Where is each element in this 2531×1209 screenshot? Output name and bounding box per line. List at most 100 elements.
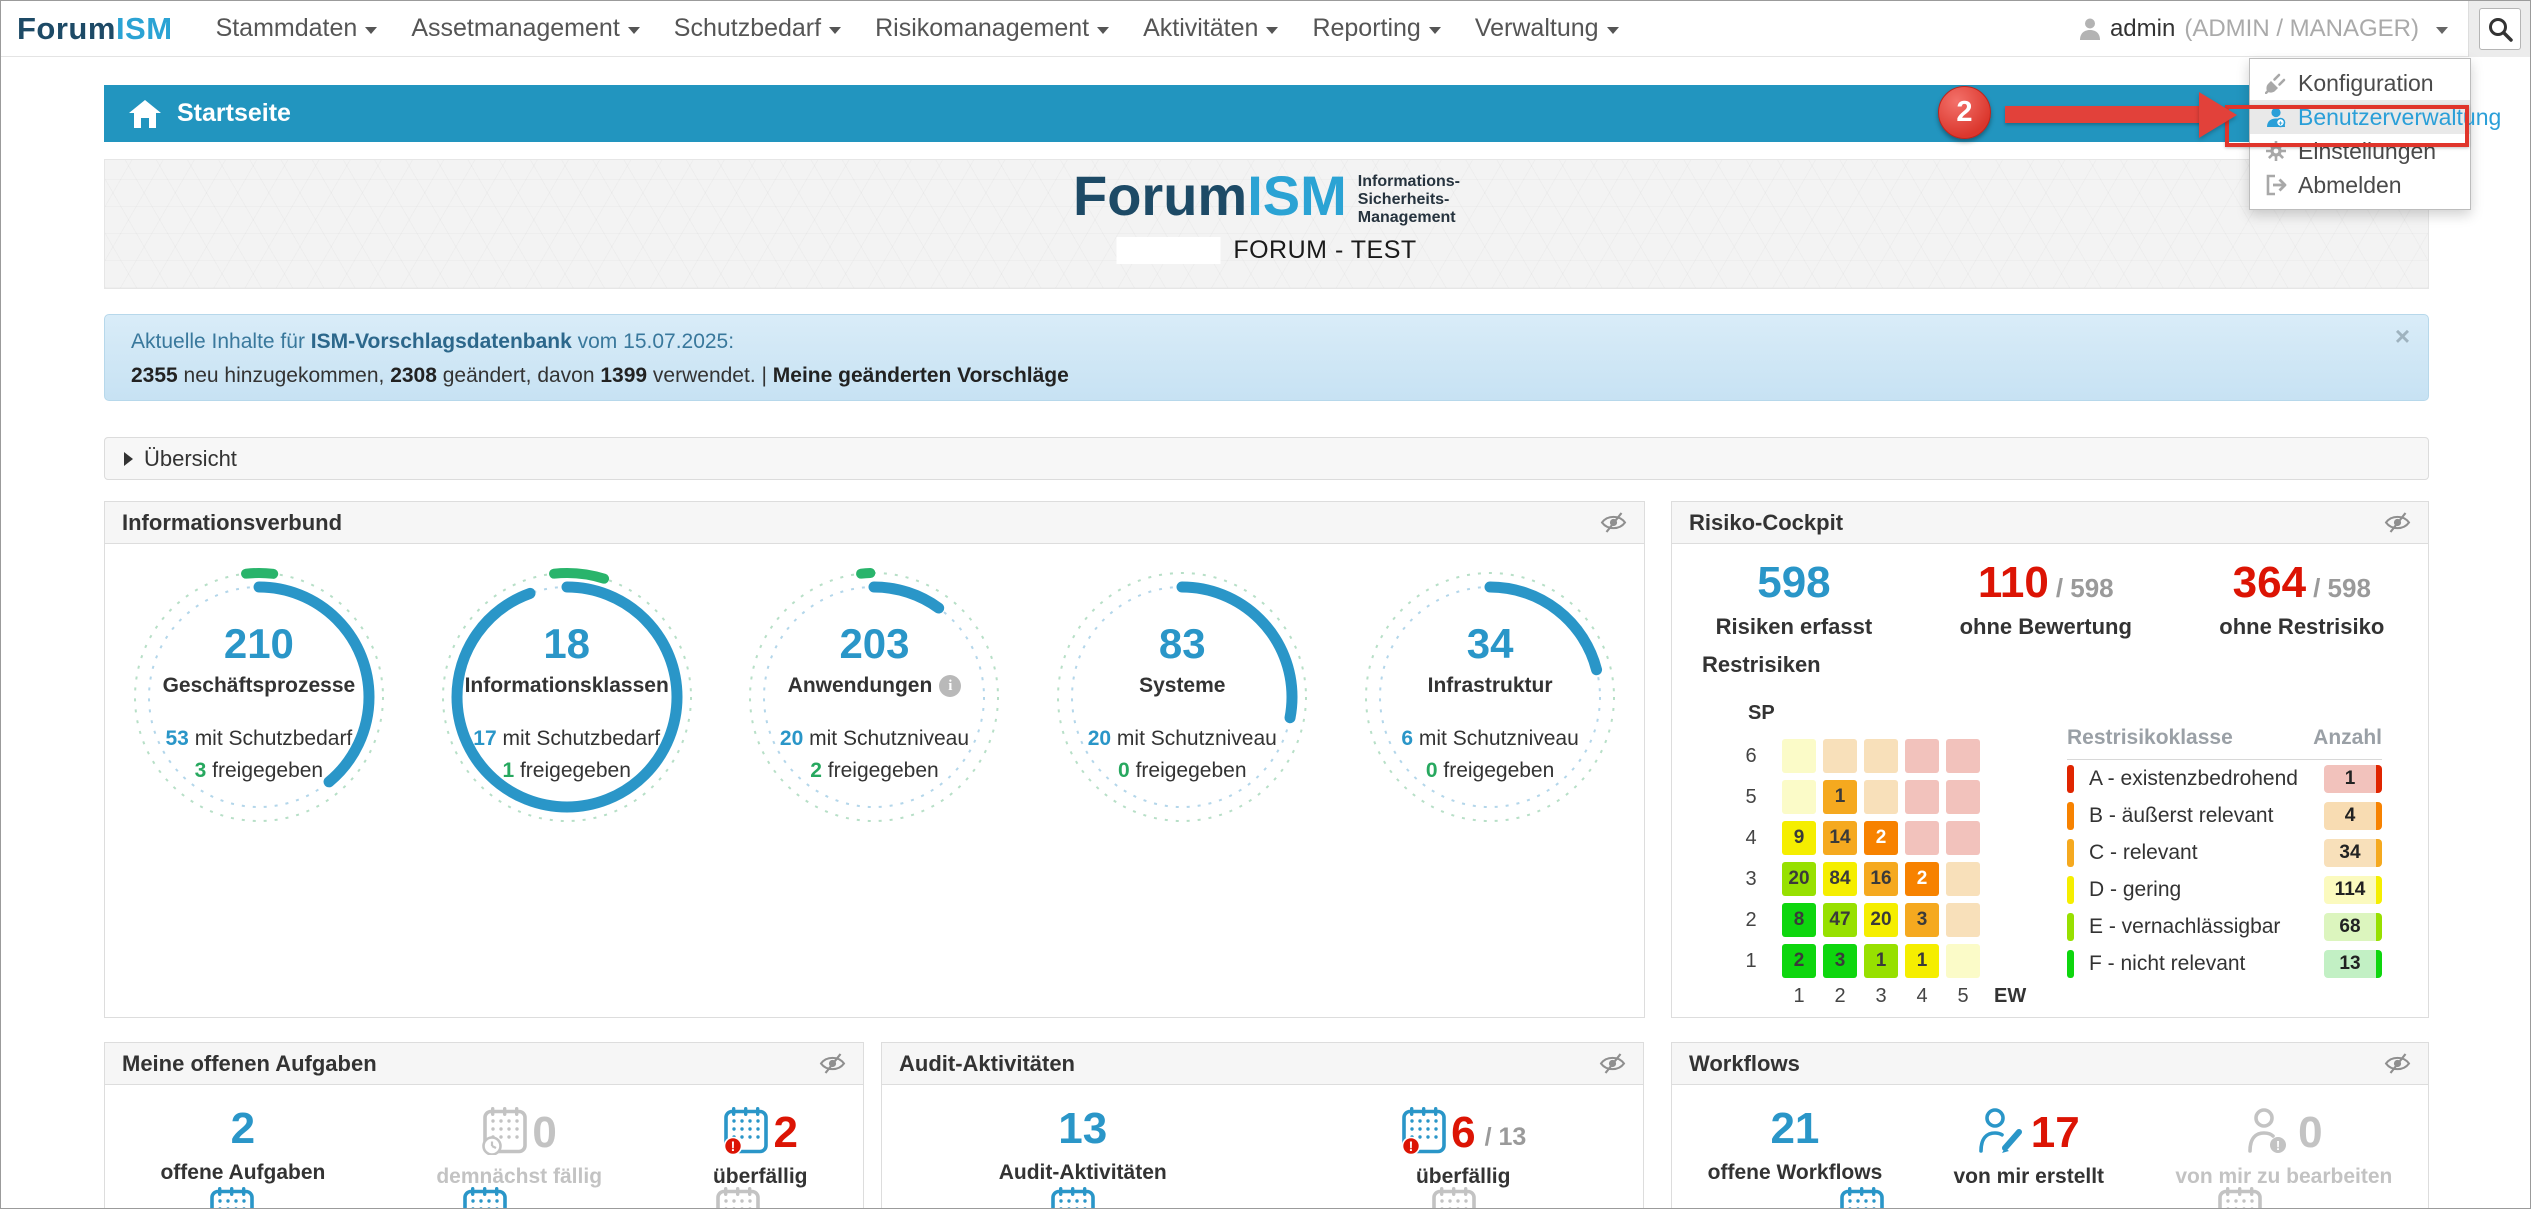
heatmap-cell (1946, 739, 1980, 773)
menu-item-konfiguration[interactable]: Konfiguration (2250, 66, 2470, 100)
nav-item-stammdaten[interactable]: Stammdaten (199, 1, 395, 56)
home-icon[interactable] (128, 98, 162, 130)
circle-stat-systeme[interactable]: 83Systeme20 mit Schutzniveau0 freigegebe… (1051, 566, 1313, 996)
uebersicht-toggle[interactable]: Übersicht (104, 437, 2429, 480)
search-button[interactable] (2479, 8, 2521, 50)
widget-stat-überfällig[interactable]: !2überfällig (713, 1107, 808, 1189)
heatmap-cell[interactable]: 1 (1905, 944, 1939, 978)
circle-text: 83Systeme20 mit Schutzniveau0 freigegebe… (1051, 566, 1313, 786)
heatmap-cell (1946, 821, 1980, 855)
widget-stat-offene-aufgaben[interactable]: 2offene Aufgaben (160, 1107, 325, 1189)
svg-text:!: ! (2276, 1138, 2280, 1153)
hide-widget-eye-icon[interactable] (1599, 1050, 1626, 1077)
heatmap-cell[interactable]: 20 (1782, 862, 1816, 896)
widget-stats-row: 13Audit-Aktivitäten !6/ 13überfällig (882, 1085, 1643, 1189)
heatmap-cell[interactable]: 3 (1905, 903, 1939, 937)
circle-substats: 20 mit Schutzniveau2 freigegeben (780, 723, 969, 786)
heatmap-cell[interactable]: 1 (1823, 780, 1857, 814)
risk-stat-ohne-bewertung[interactable]: 110/ 598ohne Bewertung (1960, 561, 2132, 640)
widget-stat-label: offene Workflows (1708, 1161, 1883, 1185)
close-icon[interactable]: × (2395, 323, 2410, 349)
menu-item-abmelden[interactable]: Abmelden (2250, 168, 2470, 202)
nav-item-schutzbedarf[interactable]: Schutzbedarf (657, 1, 858, 56)
info-icon[interactable]: i (939, 675, 961, 697)
widget-stat-audit-aktivitäten[interactable]: 13Audit-Aktivitäten (999, 1107, 1167, 1189)
heatmap-cell (1946, 944, 1980, 978)
circle-value: 83 (1159, 623, 1206, 665)
circle-stat-anwendungen[interactable]: 203Anwendungeni20 mit Schutzniveau2 frei… (743, 566, 1005, 996)
calendar-alert-icon: ! (722, 1107, 768, 1155)
heatmap-cell[interactable]: 20 (1864, 903, 1898, 937)
heatmap-cell[interactable]: 16 (1864, 862, 1898, 896)
widget-stat-von-mir-erstellt[interactable]: 17von mir erstellt (1954, 1107, 2105, 1189)
widget-stat-label: von mir erstellt (1954, 1165, 2105, 1189)
widget-stat-überfällig[interactable]: !6/ 13überfällig (1400, 1107, 1526, 1189)
nav-item-assetmanagement[interactable]: Assetmanagement (394, 1, 656, 56)
heatmap-cell[interactable]: 2 (1864, 821, 1898, 855)
circle-stat-geschäftsprozesse[interactable]: 210Geschäftsprozesse53 mit Schutzbedarf3… (128, 566, 390, 996)
widget-stat-demnächst-fällig[interactable]: 0demnächst fällig (436, 1107, 602, 1189)
nav-item-reporting[interactable]: Reporting (1295, 1, 1457, 56)
circle-substats: 6 mit Schutzniveau0 freigegeben (1401, 723, 1578, 786)
menu-item-label: Abmelden (2298, 172, 2402, 199)
risk-stat-ohne-restrisiko[interactable]: 364/ 598ohne Restrisiko (2219, 561, 2384, 640)
widget-stat-offene-workflows[interactable]: 21offene Workflows (1708, 1107, 1883, 1189)
risk-stat-value: 364 (2233, 558, 2306, 607)
chevron-down-icon (628, 27, 640, 34)
risk-heatmap: 1914220841628472032311 (1782, 739, 1980, 978)
risk-stat-value: 598 (1757, 558, 1830, 607)
circle-value: 34 (1467, 623, 1514, 665)
nav-item-label: Risikomanagement (875, 14, 1089, 43)
heatmap-row-label: 5 (1734, 780, 1768, 814)
heatmap-cell (1782, 780, 1816, 814)
banner-text: geändert, davon (437, 364, 600, 387)
circle-stat-informationsklassen[interactable]: 18Informationsklassen17 mit Schutzbedarf… (436, 566, 698, 996)
legend-count-badge: 68 (2324, 913, 2382, 941)
legend-color-bar (2067, 950, 2074, 978)
heatmap-cell[interactable]: 84 (1823, 862, 1857, 896)
heatmap-cell[interactable]: 3 (1823, 944, 1857, 978)
hide-widget-eye-icon[interactable] (2384, 1050, 2411, 1077)
heatmap-cell[interactable]: 2 (1782, 944, 1816, 978)
person-icon (2079, 17, 2101, 41)
circle-substats: 53 mit Schutzbedarf3 freigegeben (166, 723, 353, 786)
legend-color-bar (2067, 913, 2074, 941)
user-menu-toggle[interactable]: admin (ADMIN / MANAGER) (2079, 15, 2468, 43)
heatmap-cell (1823, 739, 1857, 773)
banner-text: neu hinzugekommen, (178, 364, 390, 387)
panel-audit-aktivitaeten: Audit-Aktivitäten 13Audit-Aktivitäten !6/… (881, 1042, 1644, 1209)
circle-stat-infrastruktur[interactable]: 34Infrastruktur6 mit Schutzniveau0 freig… (1359, 566, 1621, 996)
widget-stat-label: demnächst fällig (436, 1165, 602, 1189)
heatmap-cell[interactable]: 8 (1782, 903, 1816, 937)
panel-title: Workflows (1689, 1051, 1800, 1077)
panel-header: Informationsverbund (105, 502, 1644, 544)
legend-label: C - relevant (2089, 841, 2324, 865)
nav-item-aktivitäten[interactable]: Aktivitäten (1126, 1, 1295, 56)
svg-text:!: ! (1409, 1138, 1414, 1154)
heatmap-cell[interactable]: 47 (1823, 903, 1857, 937)
heatmap-cell[interactable]: 9 (1782, 821, 1816, 855)
hide-widget-eye-icon[interactable] (1600, 509, 1627, 536)
heatmap-cell[interactable]: 2 (1905, 862, 1939, 896)
heatmap-cell[interactable]: 1 (1864, 944, 1898, 978)
hide-widget-eye-icon[interactable] (819, 1050, 846, 1077)
hide-widget-eye-icon[interactable] (2384, 509, 2411, 536)
risk-stat-risiken-erfasst[interactable]: 598Risiken erfasst (1716, 561, 1873, 640)
calendar-gray-icon (714, 1187, 760, 1209)
widget-stats-row-clipped (1672, 1187, 2428, 1209)
panel-workflows: Workflows 21offene Workflows 17von mir er… (1671, 1042, 2429, 1209)
banner-link[interactable]: Meine geänderten Vorschläge (773, 364, 1069, 387)
heatmap-cell[interactable]: 14 (1823, 821, 1857, 855)
brand-forum: Forum (17, 11, 116, 46)
circle-text: 210Geschäftsprozesse53 mit Schutzbedarf3… (128, 566, 390, 786)
masthead: ForumISM Informations- Sicherheits- Mana… (104, 159, 2429, 289)
widget-stat-von-mir-zu-bearbeiten[interactable]: !0von mir zu bearbeiten (2175, 1107, 2392, 1189)
chevron-down-icon (2436, 27, 2448, 34)
annotation-step-badge: 2 (1938, 86, 1991, 139)
nav-item-verwaltung[interactable]: Verwaltung (1458, 1, 1636, 56)
app-logo[interactable]: ForumISM (17, 11, 173, 47)
nav-item-risikomanagement[interactable]: Risikomanagement (858, 1, 1126, 56)
panel-header: Audit-Aktivitäten (882, 1043, 1643, 1085)
legend-row: B - äußerst relevant4 (2067, 797, 2382, 834)
legend-label: F - nicht relevant (2089, 952, 2324, 976)
